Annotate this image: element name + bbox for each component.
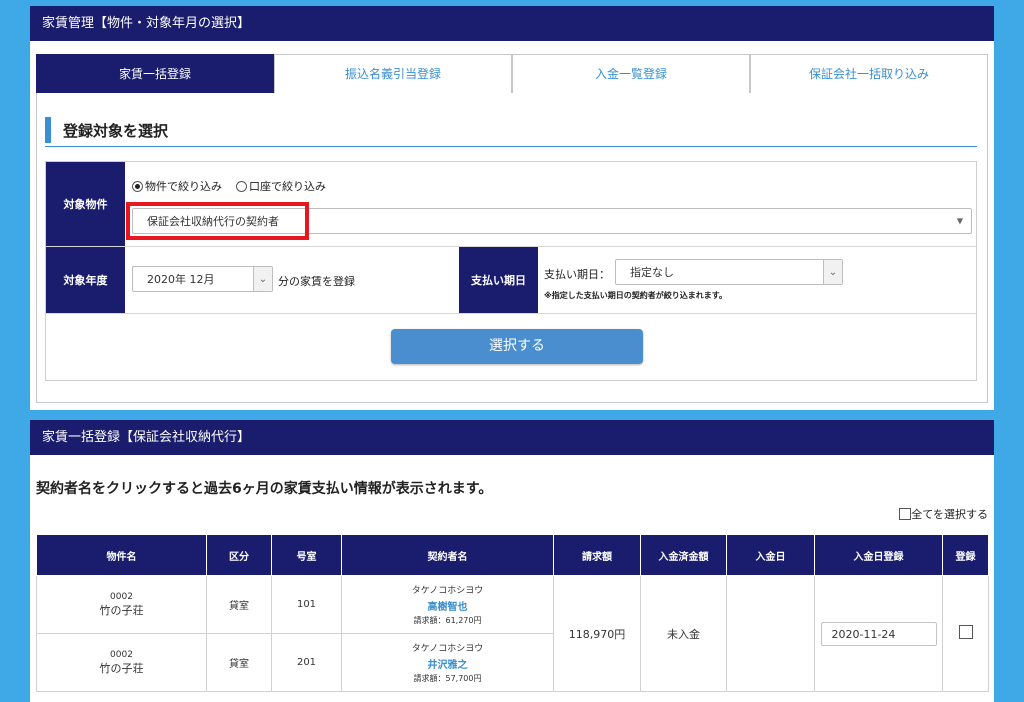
- tab-bulk-rent[interactable]: 家賃一括登録: [36, 54, 274, 93]
- col-header: 物件名: [36, 535, 207, 576]
- radio-account[interactable]: [236, 180, 247, 192]
- contractor-cell: タケノコホシヨウ 高樹智也 請求額：61,270円: [341, 575, 554, 634]
- bulk-register-panel: 家賃一括登録【保証会社収納代行】 契約者名をクリックすると過去6ヶ月の家賃支払い…: [30, 420, 994, 702]
- select-all-checkbox[interactable]: [899, 508, 912, 520]
- select-all[interactable]: 全てを選択する: [899, 506, 988, 522]
- year-select-value: 2020年 12月: [147, 273, 215, 286]
- highlight-box: [126, 202, 309, 240]
- table-row: 0002 竹の子荘 貸室 101 タケノコホシヨウ 高樹智也 請求額：61,27…: [36, 575, 989, 692]
- col-header: 入金日登録: [814, 535, 943, 576]
- selection-form: 対象物件 物件で絞り込み 口座で絞り込み 保証会社収納代行の契約者 ▼ 対象年度…: [45, 161, 977, 381]
- panel-header: 家賃管理【物件・対象年月の選択】: [30, 6, 994, 41]
- filter-radio-group: 物件で絞り込み 口座で絞り込み: [132, 178, 326, 194]
- chevron-down-icon: ⌄: [253, 267, 272, 291]
- contractor-name-link[interactable]: 高樹智也: [342, 598, 553, 613]
- property-name: 竹の子荘: [99, 603, 144, 617]
- section-title: 登録対象を選択: [45, 115, 977, 147]
- tab-bar: 家賃一括登録 振込名義引当登録 入金一覧登録 保証会社一括取り込み: [36, 54, 988, 93]
- tab-deposit-list[interactable]: 入金一覧登録: [512, 54, 750, 93]
- paid-cell: 未入金: [640, 575, 727, 692]
- register-cell: [942, 575, 989, 692]
- col-header: 区分: [206, 535, 272, 576]
- property-label: 対象物件: [46, 162, 125, 246]
- room-cell: 101: [271, 575, 342, 634]
- contractor-kana: タケノコホシヨウ: [411, 644, 484, 654]
- col-header: 請求額: [553, 535, 641, 576]
- register-checkbox[interactable]: [958, 625, 973, 639]
- property-cell: 0002 竹の子荘: [36, 575, 207, 634]
- tab-guarantor-import[interactable]: 保証会社一括取り込み: [750, 54, 988, 93]
- select-button[interactable]: 選択する: [391, 329, 643, 364]
- notice-text: 契約者名をクリックすると過去6ヶ月の家賃支払い情報が表示されます。: [36, 481, 493, 497]
- contractor-name-link[interactable]: 井沢雅之: [342, 656, 553, 671]
- deposit-date-input[interactable]: 2020-11-24: [820, 621, 937, 646]
- section-title-text: 登録対象を選択: [63, 122, 169, 140]
- property-code: 0002: [110, 649, 133, 660]
- col-header: 号室: [271, 535, 342, 576]
- year-suffix: 分の家賃を登録: [278, 275, 355, 288]
- section-accent-bar: [45, 117, 51, 143]
- amount-cell: 118,970円: [553, 575, 641, 692]
- due-field-label: 支払い期日：: [544, 268, 610, 281]
- due-label: 支払い期日: [459, 247, 538, 313]
- rent-table: 物件名 区分 号室 契約者名 請求額 入金済金額 入金日 入金日登録 登録 00…: [36, 535, 989, 692]
- row-divider: [46, 313, 976, 314]
- tab-transfer-name[interactable]: 振込名義引当登録: [274, 54, 512, 93]
- col-header: 契約者名: [341, 535, 554, 576]
- billed-amount: 請求額：57,700円: [413, 674, 482, 683]
- year-select[interactable]: 2020年 12月 ⌄: [132, 266, 273, 292]
- due-note: ※指定した支払い期日の契約者が絞り込まれます。: [544, 291, 727, 300]
- col-header: 入金済金額: [640, 535, 727, 576]
- type-cell: 貸室: [206, 575, 272, 634]
- room-cell: 201: [271, 633, 342, 692]
- chevron-down-icon: ⌄: [823, 260, 842, 284]
- due-select[interactable]: 指定なし ⌄: [615, 259, 843, 285]
- select-all-label[interactable]: 全てを選択する: [911, 506, 988, 522]
- billed-amount: 請求額：61,270円: [413, 616, 482, 625]
- radio-account-label[interactable]: 口座で絞り込み: [249, 178, 326, 194]
- date-register-cell: 2020-11-24: [814, 575, 943, 692]
- property-code: 0002: [110, 591, 133, 602]
- contractor-kana: タケノコホシヨウ: [411, 586, 484, 596]
- selection-panel: 家賃管理【物件・対象年月の選択】 家賃一括登録 振込名義引当登録 入金一覧登録 …: [30, 6, 994, 410]
- radio-property-label[interactable]: 物件で絞り込み: [145, 178, 222, 194]
- property-name: 竹の子荘: [99, 661, 144, 675]
- chevron-down-icon: ▼: [956, 216, 963, 226]
- table-header-row: 物件名 区分 号室 契約者名 請求額 入金済金額 入金日 入金日登録 登録: [36, 535, 989, 576]
- type-cell: 貸室: [206, 633, 272, 692]
- contractor-cell: タケノコホシヨウ 井沢雅之 請求額：57,700円: [341, 633, 554, 692]
- property-cell: 0002 竹の子荘: [36, 633, 207, 692]
- radio-property[interactable]: [132, 180, 143, 192]
- due-select-value: 指定なし: [630, 266, 674, 279]
- year-label: 対象年度: [46, 247, 125, 313]
- col-header: 登録: [942, 535, 989, 576]
- panel-header: 家賃一括登録【保証会社収納代行】: [30, 420, 994, 455]
- tab-content: 登録対象を選択 対象物件 物件で絞り込み 口座で絞り込み 保証会社収納代行の契約…: [36, 93, 988, 403]
- col-header: 入金日: [726, 535, 815, 576]
- deposit-date-cell: [726, 575, 815, 692]
